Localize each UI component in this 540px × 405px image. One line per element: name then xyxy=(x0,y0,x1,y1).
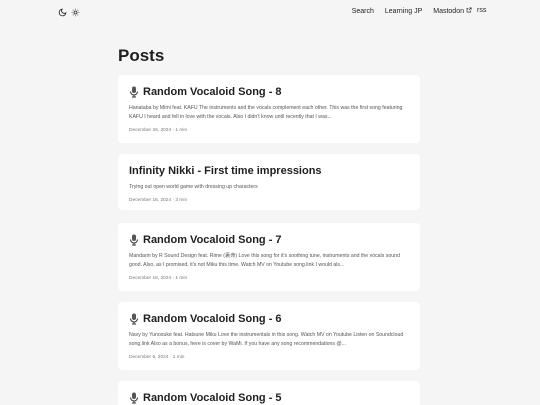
post-card[interactable]: Random Vocaloid Song - 6 Navy by Yunosuk… xyxy=(118,302,420,370)
post-title: Random Vocaloid Song - 5 xyxy=(129,391,409,405)
post-card[interactable]: Random Vocaloid Song - 7 Mandarin by R S… xyxy=(118,223,420,291)
post-card[interactable]: Random Vocaloid Song - 5 xyxy=(118,381,420,405)
post-read-time: 1 min xyxy=(175,276,188,281)
post-read-time: 1 min xyxy=(172,355,185,360)
post-title-text: Random Vocaloid Song - 6 xyxy=(143,313,282,325)
post-title-text: Random Vocaloid Song - 5 xyxy=(143,392,282,404)
nav-mastodon[interactable]: Mastodon xyxy=(433,7,472,15)
sun-icon[interactable] xyxy=(70,7,81,18)
post-read-time: 3 min xyxy=(175,198,188,203)
post-meta: December 16, 2024 · 3 min xyxy=(129,198,188,203)
post-card[interactable]: Infinity Nikki - First time impressions … xyxy=(118,154,420,210)
nav-rss[interactable]: rss xyxy=(477,7,486,14)
site-header: Search Learning JP Mastodon rss xyxy=(0,0,540,26)
nav-learning-jp[interactable]: Learning JP xyxy=(385,7,422,15)
microphone-icon xyxy=(130,313,138,325)
post-summary: Hanataba by Mimi feat. KAFU The instrume… xyxy=(129,105,403,120)
post-title: Infinity Nikki - First time impressions xyxy=(129,164,409,178)
post-title-text: Random Vocaloid Song - 7 xyxy=(143,234,282,246)
post-summary: Navy by Yunosuke feat. Hatsune Miku Love… xyxy=(129,332,404,347)
post-title: Random Vocaloid Song - 8 xyxy=(129,85,409,99)
post-summary: Trying out open world game with dressing… xyxy=(129,184,258,190)
page-title: Posts xyxy=(118,46,165,65)
external-link-icon xyxy=(466,7,472,15)
post-summary: Mandarin by R Sound Design feat. Rime (裏… xyxy=(129,253,400,268)
moon-icon[interactable] xyxy=(57,7,68,18)
post-read-time: 1 min xyxy=(175,128,188,133)
nav-search[interactable]: Search xyxy=(352,7,374,15)
microphone-icon xyxy=(130,234,138,246)
post-meta: December 16, 2024 · 1 min xyxy=(129,276,188,281)
microphone-icon xyxy=(130,392,138,404)
post-card[interactable]: Random Vocaloid Song - 8 Hanataba by Mim… xyxy=(118,75,420,143)
post-date: December 6, 2024 xyxy=(129,355,169,360)
post-date: December 26, 2024 xyxy=(129,128,172,133)
post-date: December 16, 2024 xyxy=(129,198,172,203)
nav-mastodon-label: Mastodon xyxy=(433,7,464,15)
post-date: December 16, 2024 xyxy=(129,276,172,281)
main-nav: Search Learning JP Mastodon xyxy=(352,7,472,15)
post-title-text: Infinity Nikki - First time impressions xyxy=(129,165,322,177)
post-meta: December 6, 2024 · 1 min xyxy=(129,355,185,360)
post-title: Random Vocaloid Song - 6 xyxy=(129,312,409,326)
microphone-icon xyxy=(130,86,138,98)
post-title-text: Random Vocaloid Song - 8 xyxy=(143,86,282,98)
post-meta: December 26, 2024 · 1 min xyxy=(129,128,188,133)
post-title: Random Vocaloid Song - 7 xyxy=(129,233,409,247)
